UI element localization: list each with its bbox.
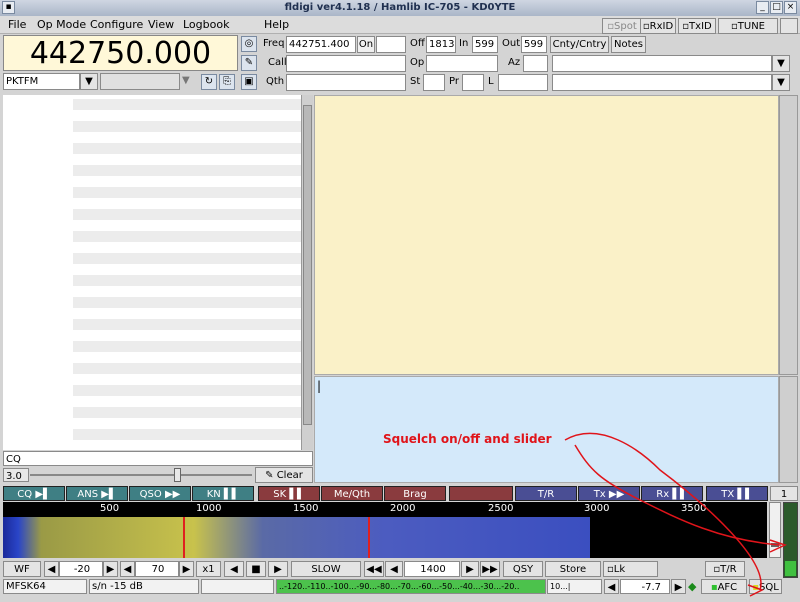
annotation-arrows xyxy=(564,432,788,597)
